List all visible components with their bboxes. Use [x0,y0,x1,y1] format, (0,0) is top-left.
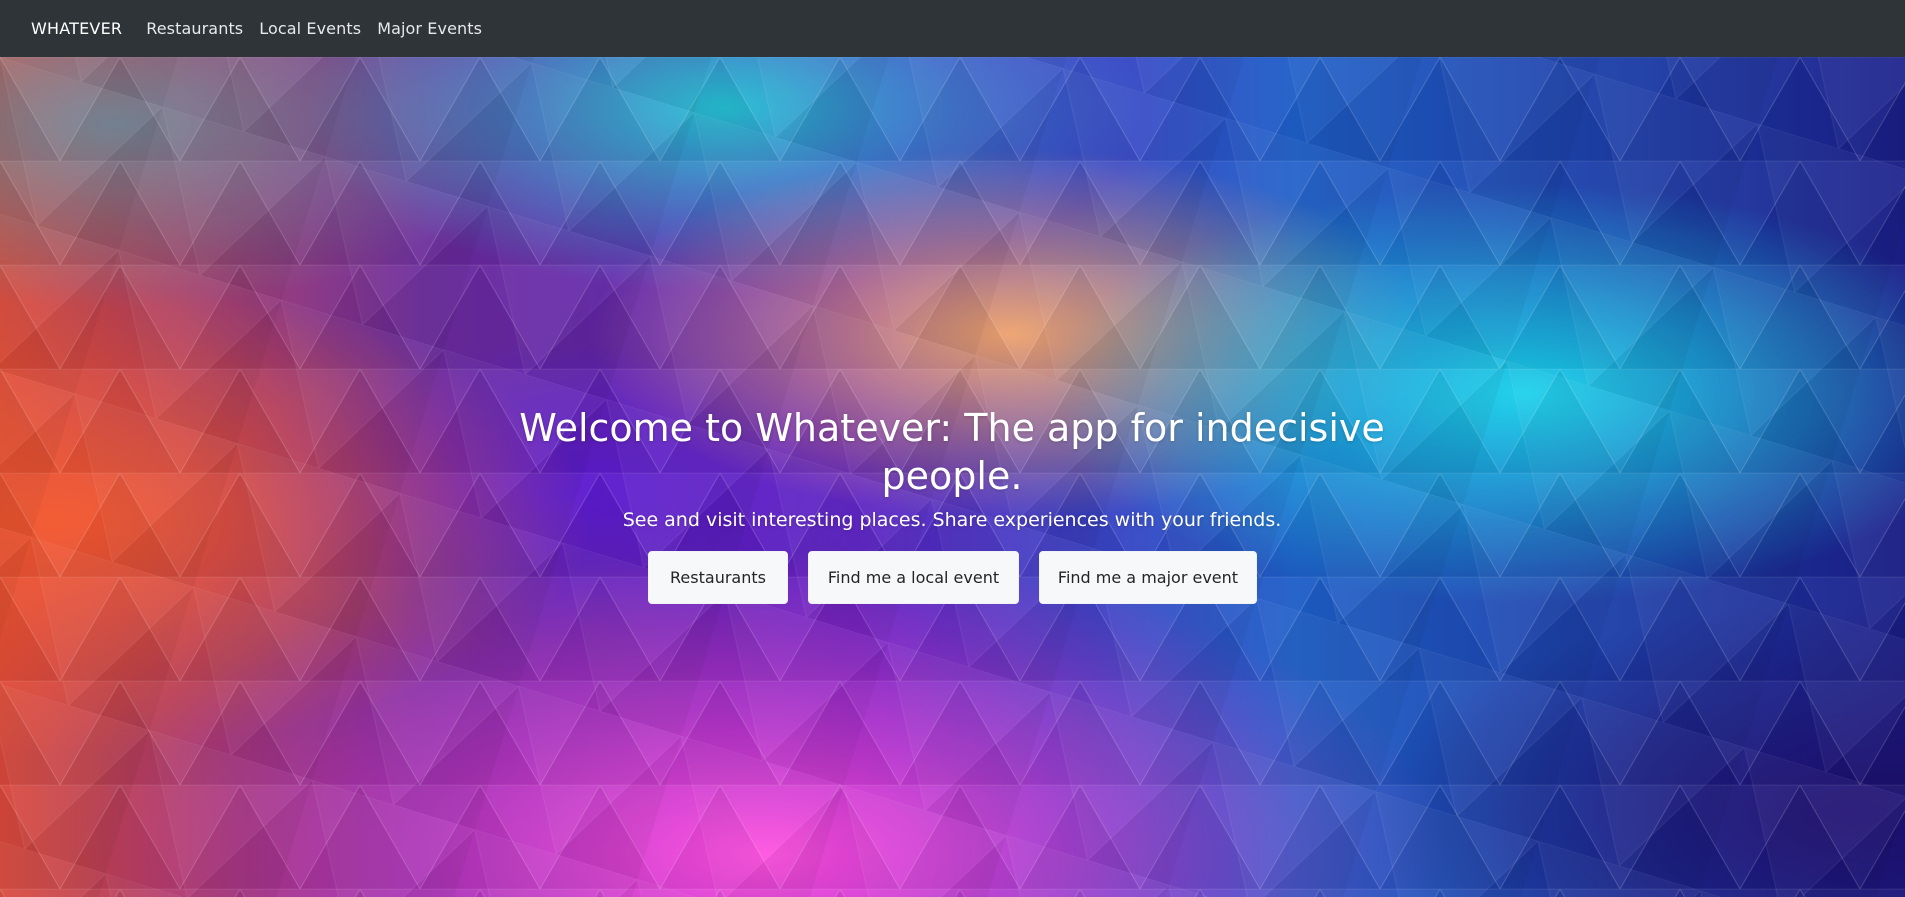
find-major-event-button[interactable]: Find me a major event [1039,551,1257,604]
top-navbar: WHATEVER Restaurants Local Events Major … [0,0,1905,57]
brand-logo-link[interactable]: WHATEVER [31,19,122,38]
restaurants-button[interactable]: Restaurants [648,551,788,604]
hero-section: Welcome to Whatever: The app for indecis… [0,57,1905,897]
nav-link-major-events[interactable]: Major Events [377,19,482,38]
nav-link-restaurants[interactable]: Restaurants [146,19,243,38]
hero-subheadline: See and visit interesting places. Share … [622,509,1282,531]
find-local-event-button[interactable]: Find me a local event [808,551,1019,604]
hero-headline: Welcome to Whatever: The app for indecis… [519,406,1385,498]
nav-link-local-events[interactable]: Local Events [259,19,361,38]
hero-content: Welcome to Whatever: The app for indecis… [0,57,1905,897]
